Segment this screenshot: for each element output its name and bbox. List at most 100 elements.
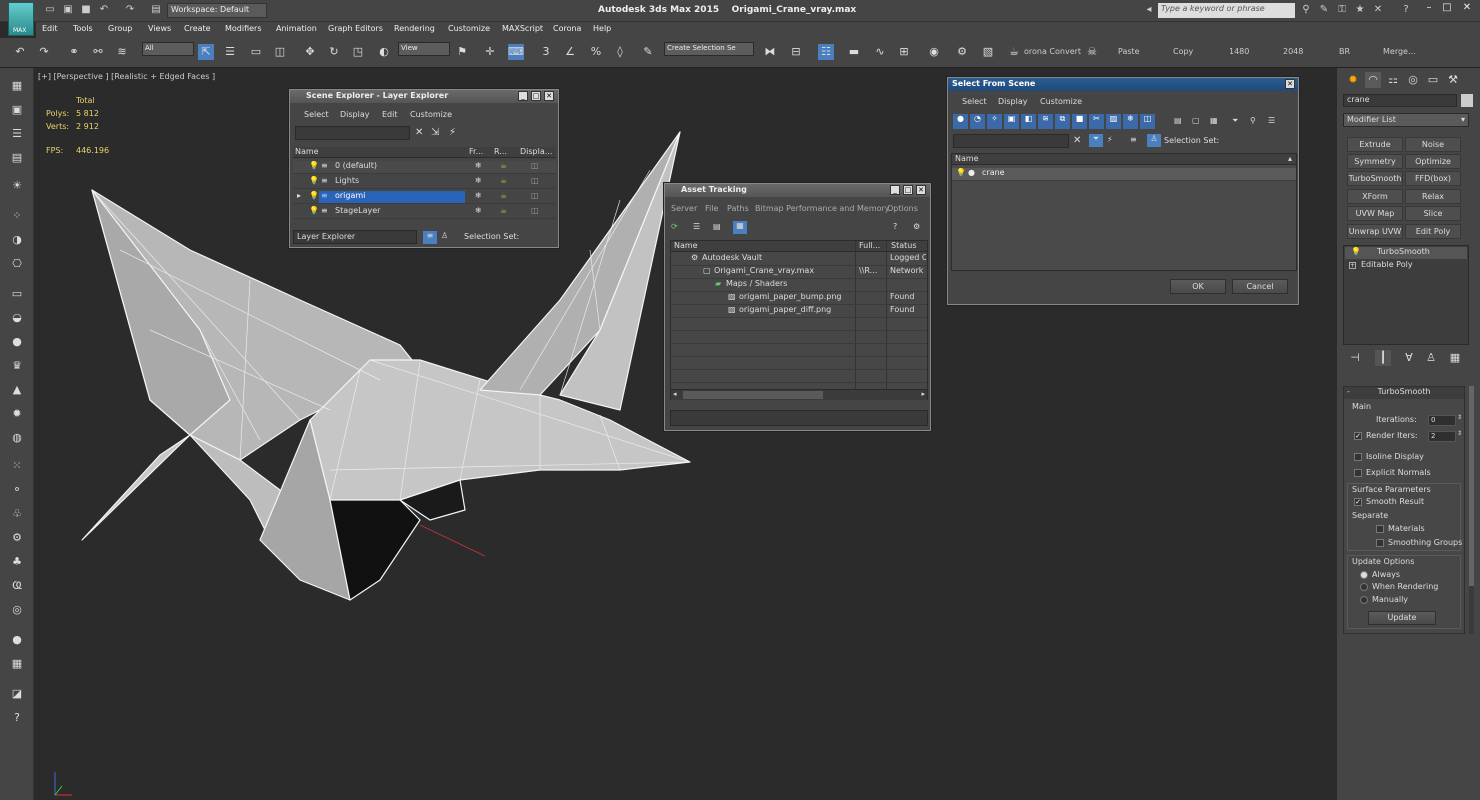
sort-up-icon[interactable]: ▴ bbox=[1288, 154, 1292, 163]
redo-icon[interactable]: ↷ bbox=[124, 4, 136, 16]
corona-convert-label[interactable]: orona Convert bbox=[1024, 47, 1081, 56]
render-teapot-icon[interactable]: ☕ bbox=[500, 176, 507, 185]
camera-filter-icon[interactable]: ▣ bbox=[1004, 114, 1019, 129]
invert-display-icon[interactable]: ▦ bbox=[1210, 116, 1218, 125]
update-manually-radio[interactable] bbox=[1360, 596, 1368, 604]
col-status[interactable]: Status bbox=[891, 241, 917, 250]
update-button[interactable]: Update bbox=[1368, 611, 1436, 625]
modifier-symmetry-button[interactable]: Symmetry bbox=[1347, 154, 1403, 169]
list-options-icon[interactable]: ☰ bbox=[1268, 116, 1275, 125]
app-logo-button[interactable]: MAX bbox=[8, 2, 34, 36]
clear-search-icon[interactable]: ✕ bbox=[1073, 135, 1081, 146]
favorites-star-icon[interactable]: ★ bbox=[1354, 4, 1366, 16]
list-view-icon[interactable]: ☰ bbox=[693, 222, 700, 231]
curve-editor-icon[interactable]: ∿ bbox=[872, 44, 888, 60]
cone-icon[interactable]: ▲ bbox=[9, 382, 25, 398]
workspace-dropdown[interactable]: Workspace: Default bbox=[167, 3, 267, 18]
configure-modifier-sets-icon[interactable]: ▦ bbox=[1447, 350, 1463, 366]
at-menu-paths[interactable]: Paths bbox=[727, 204, 749, 213]
material-editor-icon[interactable]: ◉ bbox=[926, 44, 942, 60]
select-by-name-icon[interactable]: ☰ bbox=[222, 44, 238, 60]
spinner-arrows-icon[interactable]: ⇕ bbox=[1457, 414, 1462, 421]
list-icon[interactable]: ☰ bbox=[9, 126, 25, 142]
camera-icon[interactable]: ⎔ bbox=[9, 256, 25, 272]
br-label[interactable]: BR bbox=[1339, 47, 1350, 56]
settings-icon[interactable]: ⚙ bbox=[913, 222, 920, 231]
light-bulb-icon[interactable]: 💡 bbox=[309, 161, 319, 170]
menu-corona[interactable]: Corona bbox=[553, 24, 581, 33]
col-name[interactable]: Name bbox=[674, 241, 698, 250]
col-name[interactable]: Name bbox=[955, 154, 979, 163]
edit-named-selection-icon[interactable]: ✎ bbox=[640, 44, 656, 60]
render-iters-checkbox[interactable]: ✓ bbox=[1354, 432, 1362, 440]
stack-item-turbosmooth[interactable]: 💡 TurboSmooth bbox=[1345, 247, 1467, 259]
group-filter-icon[interactable]: ⧉ bbox=[1055, 114, 1070, 129]
layer-add-icon[interactable]: ⚡ bbox=[449, 127, 456, 138]
display-box-icon[interactable]: ◫ bbox=[531, 191, 539, 200]
render-setup-icon[interactable]: ⚙ bbox=[954, 44, 970, 60]
help-circle-icon[interactable]: ? bbox=[9, 710, 25, 726]
object-color-swatch[interactable] bbox=[1461, 94, 1473, 107]
gear-icon[interactable]: ⚙ bbox=[9, 530, 25, 546]
modifier-xform-button[interactable]: XForm bbox=[1347, 189, 1403, 204]
sfs-menu-select[interactable]: Select bbox=[962, 97, 987, 106]
layer-row-selected[interactable]: ▸ 💡 ≡ origami ❄ ☕ ◫ bbox=[293, 191, 556, 204]
binoculars-icon[interactable]: ⚲ bbox=[1300, 4, 1312, 16]
modifier-optimize-button[interactable]: Optimize bbox=[1405, 154, 1461, 169]
asset-row[interactable]: ▨ origami_paper_bump.png Found bbox=[671, 292, 927, 305]
scene-explorer-icon[interactable]: ▦ bbox=[9, 78, 25, 94]
unlink-icon[interactable]: ⚯ bbox=[90, 44, 106, 60]
menu-animation[interactable]: Animation bbox=[276, 24, 317, 33]
menu-views[interactable]: Views bbox=[148, 24, 171, 33]
move-icon[interactable]: ✥ bbox=[302, 44, 318, 60]
display-box-icon[interactable]: ◫ bbox=[531, 206, 539, 215]
remove-modifier-icon[interactable]: ♙ bbox=[1423, 350, 1439, 366]
hidden-filter-icon[interactable]: ◫ bbox=[1140, 114, 1155, 129]
col-full-path[interactable]: Full... bbox=[859, 241, 880, 250]
display-tab-icon[interactable]: ▭ bbox=[1425, 72, 1441, 88]
se-menu-customize[interactable]: Customize bbox=[410, 110, 452, 119]
make-unique-icon[interactable]: ∀ bbox=[1401, 350, 1417, 366]
undo-icon[interactable]: ↶ bbox=[12, 44, 28, 60]
minimize-button[interactable]: _ bbox=[518, 91, 528, 101]
merge-label[interactable]: Merge... bbox=[1383, 47, 1416, 56]
maximize-button[interactable]: □ bbox=[1440, 2, 1454, 18]
light-bulb-icon[interactable]: 💡 bbox=[309, 176, 319, 185]
grid-tiles-icon[interactable]: ▦ bbox=[9, 656, 25, 672]
layer-stack-icon[interactable]: ≡ bbox=[1130, 135, 1137, 144]
modifier-unwrap-uvw-button[interactable]: Unwrap UVW bbox=[1347, 224, 1403, 239]
render-teapot-icon[interactable]: ☕ bbox=[500, 191, 507, 200]
update-always-radio[interactable] bbox=[1360, 571, 1368, 579]
hierarchy-tab-icon[interactable]: ⚏ bbox=[1385, 72, 1401, 88]
skull-icon[interactable]: ☠ bbox=[1084, 44, 1100, 60]
render-teapot-icon[interactable]: ☕ bbox=[500, 161, 507, 170]
place-icon[interactable]: ◐ bbox=[376, 44, 392, 60]
hierarchy-icon[interactable]: ♙ bbox=[441, 231, 448, 240]
filter-options-icon[interactable]: ⚲ bbox=[1250, 116, 1256, 125]
se-menu-select[interactable]: Select bbox=[304, 110, 329, 119]
light-bulb-icon[interactable]: 💡 bbox=[956, 168, 966, 177]
frozen-filter-icon[interactable]: ❄ bbox=[1123, 114, 1138, 129]
layer-row[interactable]: 💡 ≡ 0 (default) ❄ ☕ ◫ bbox=[293, 161, 556, 174]
sphere-icon[interactable]: ● bbox=[9, 334, 25, 350]
close-button[interactable]: ✕ bbox=[1285, 79, 1295, 89]
shell-icon[interactable]: ◎ bbox=[9, 602, 25, 618]
percent-snap-icon[interactable]: % bbox=[588, 44, 604, 60]
width-label[interactable]: 1480 bbox=[1229, 47, 1249, 56]
sphere-half-icon[interactable]: ◑ bbox=[9, 232, 25, 248]
scroll-right-icon[interactable]: ▸ bbox=[921, 390, 925, 398]
snaps-toggle-icon[interactable]: 3 bbox=[538, 44, 554, 60]
light-bulb-icon[interactable]: 💡 bbox=[1351, 247, 1361, 256]
dome-icon[interactable]: ◒ bbox=[9, 310, 25, 326]
object-row-crane[interactable]: 💡 ● crane bbox=[952, 168, 1296, 181]
at-menu-bitmap-performance[interactable]: Bitmap Performance and Memory bbox=[755, 204, 890, 213]
light-filter-icon[interactable]: ✧ bbox=[987, 114, 1002, 129]
utilities-tab-icon[interactable]: ⚒ bbox=[1445, 72, 1461, 88]
display-none-icon[interactable]: ▢ bbox=[1192, 116, 1200, 125]
freeze-snowflake-icon[interactable]: ❄ bbox=[475, 161, 482, 170]
layer-row[interactable]: 💡 ≡ Lights ❄ ☕ ◫ bbox=[293, 176, 556, 189]
select-from-scene-title[interactable]: Select From Scene bbox=[948, 78, 1298, 91]
freeze-snowflake-icon[interactable]: ❄ bbox=[475, 206, 482, 215]
select-object-icon[interactable]: ⇱ bbox=[198, 44, 214, 60]
display-all-icon[interactable]: ▤ bbox=[1174, 116, 1182, 125]
